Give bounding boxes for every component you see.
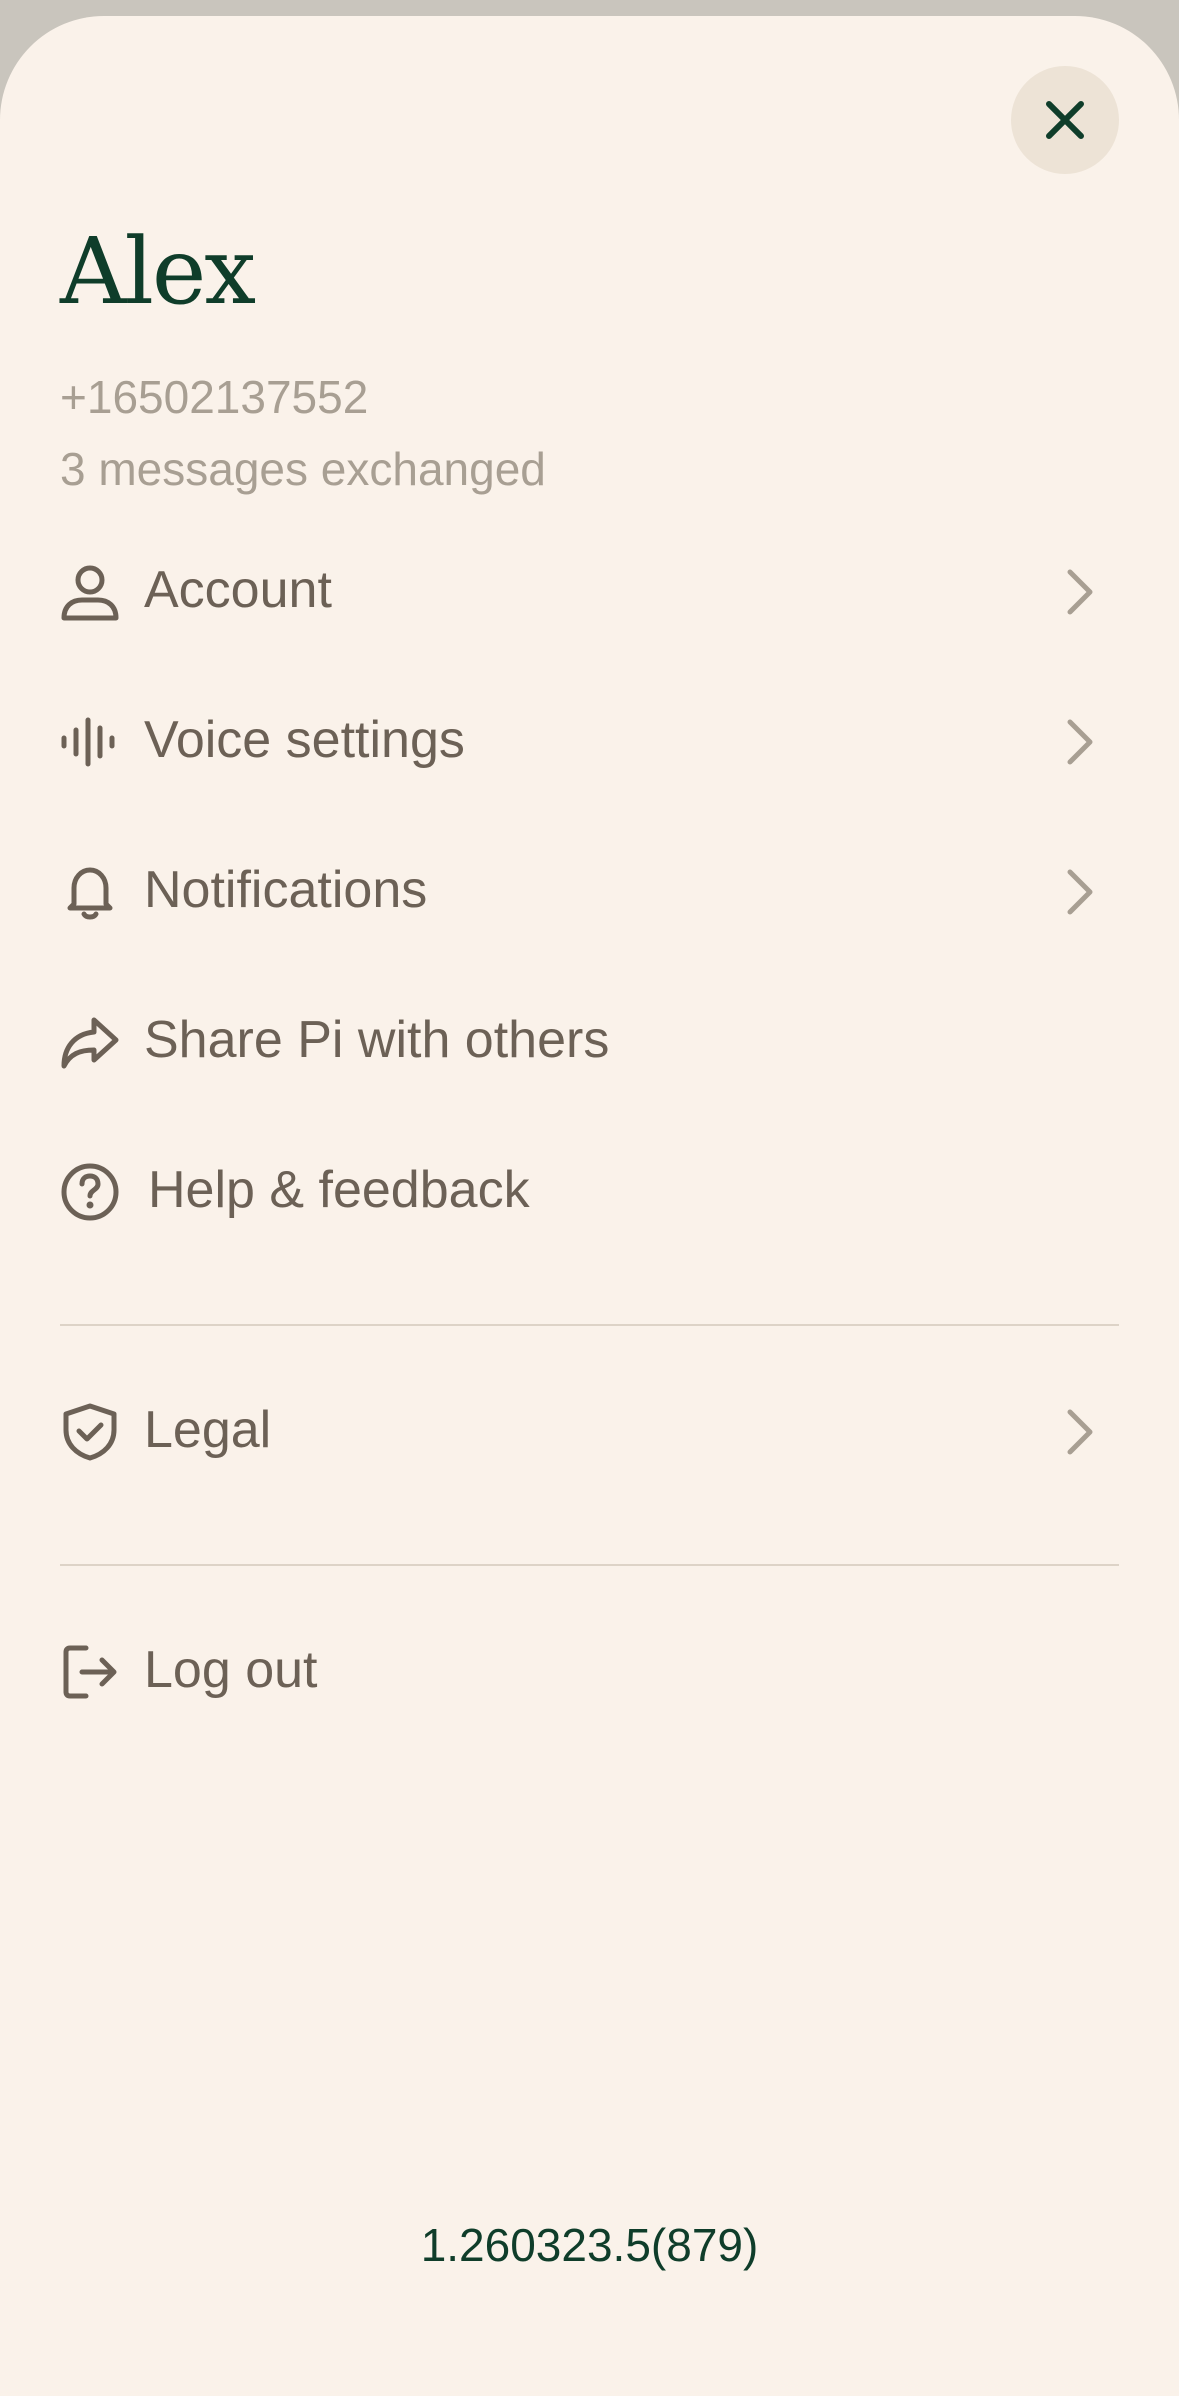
menu-item-legal[interactable]: Legal <box>40 1370 1140 1490</box>
chevron-right-icon <box>1067 869 1093 915</box>
menu-label-voice-settings: Voice settings <box>144 711 465 769</box>
menu-label-legal: Legal <box>144 1401 272 1459</box>
close-icon <box>1046 101 1084 139</box>
menu-item-help[interactable]: Help & feedback <box>40 1130 1140 1250</box>
person-icon <box>61 565 119 621</box>
menu-label-share: Share Pi with others <box>144 1011 610 1069</box>
menu-item-notifications[interactable]: Notifications <box>40 830 1140 950</box>
divider <box>60 1564 1119 1566</box>
menu-label-notifications: Notifications <box>144 861 428 919</box>
soundwave-icon <box>61 717 115 767</box>
message-count: 3 messages exchanged <box>60 443 546 495</box>
question-circle-icon <box>61 1163 119 1221</box>
profile-name: Alex <box>60 218 256 325</box>
close-button[interactable] <box>1011 66 1119 174</box>
bell-icon <box>67 867 113 920</box>
app-version: 1.260323.5(879) <box>420 2219 759 2271</box>
settings-sheet: Alex +16502137552 3 messages exchanged A… <box>0 16 1179 2396</box>
chevron-right-icon <box>1067 1409 1093 1455</box>
menu-item-share[interactable]: Share Pi with others <box>40 980 1140 1100</box>
chevron-right-icon <box>1067 719 1093 765</box>
menu-item-account[interactable]: Account <box>40 530 1140 650</box>
divider <box>60 1324 1119 1326</box>
chevron-right-icon <box>1067 569 1093 615</box>
menu-label-help: Help & feedback <box>148 1161 530 1219</box>
shield-check-icon <box>63 1403 117 1461</box>
menu-item-logout[interactable]: Log out <box>40 1610 1140 1730</box>
profile-phone: +16502137552 <box>60 371 369 423</box>
menu-label-account: Account <box>144 561 332 619</box>
menu-label-logout: Log out <box>144 1641 318 1699</box>
menu-item-voice-settings[interactable]: Voice settings <box>40 680 1140 800</box>
share-arrow-icon <box>61 1017 119 1069</box>
logout-icon <box>63 1645 117 1699</box>
